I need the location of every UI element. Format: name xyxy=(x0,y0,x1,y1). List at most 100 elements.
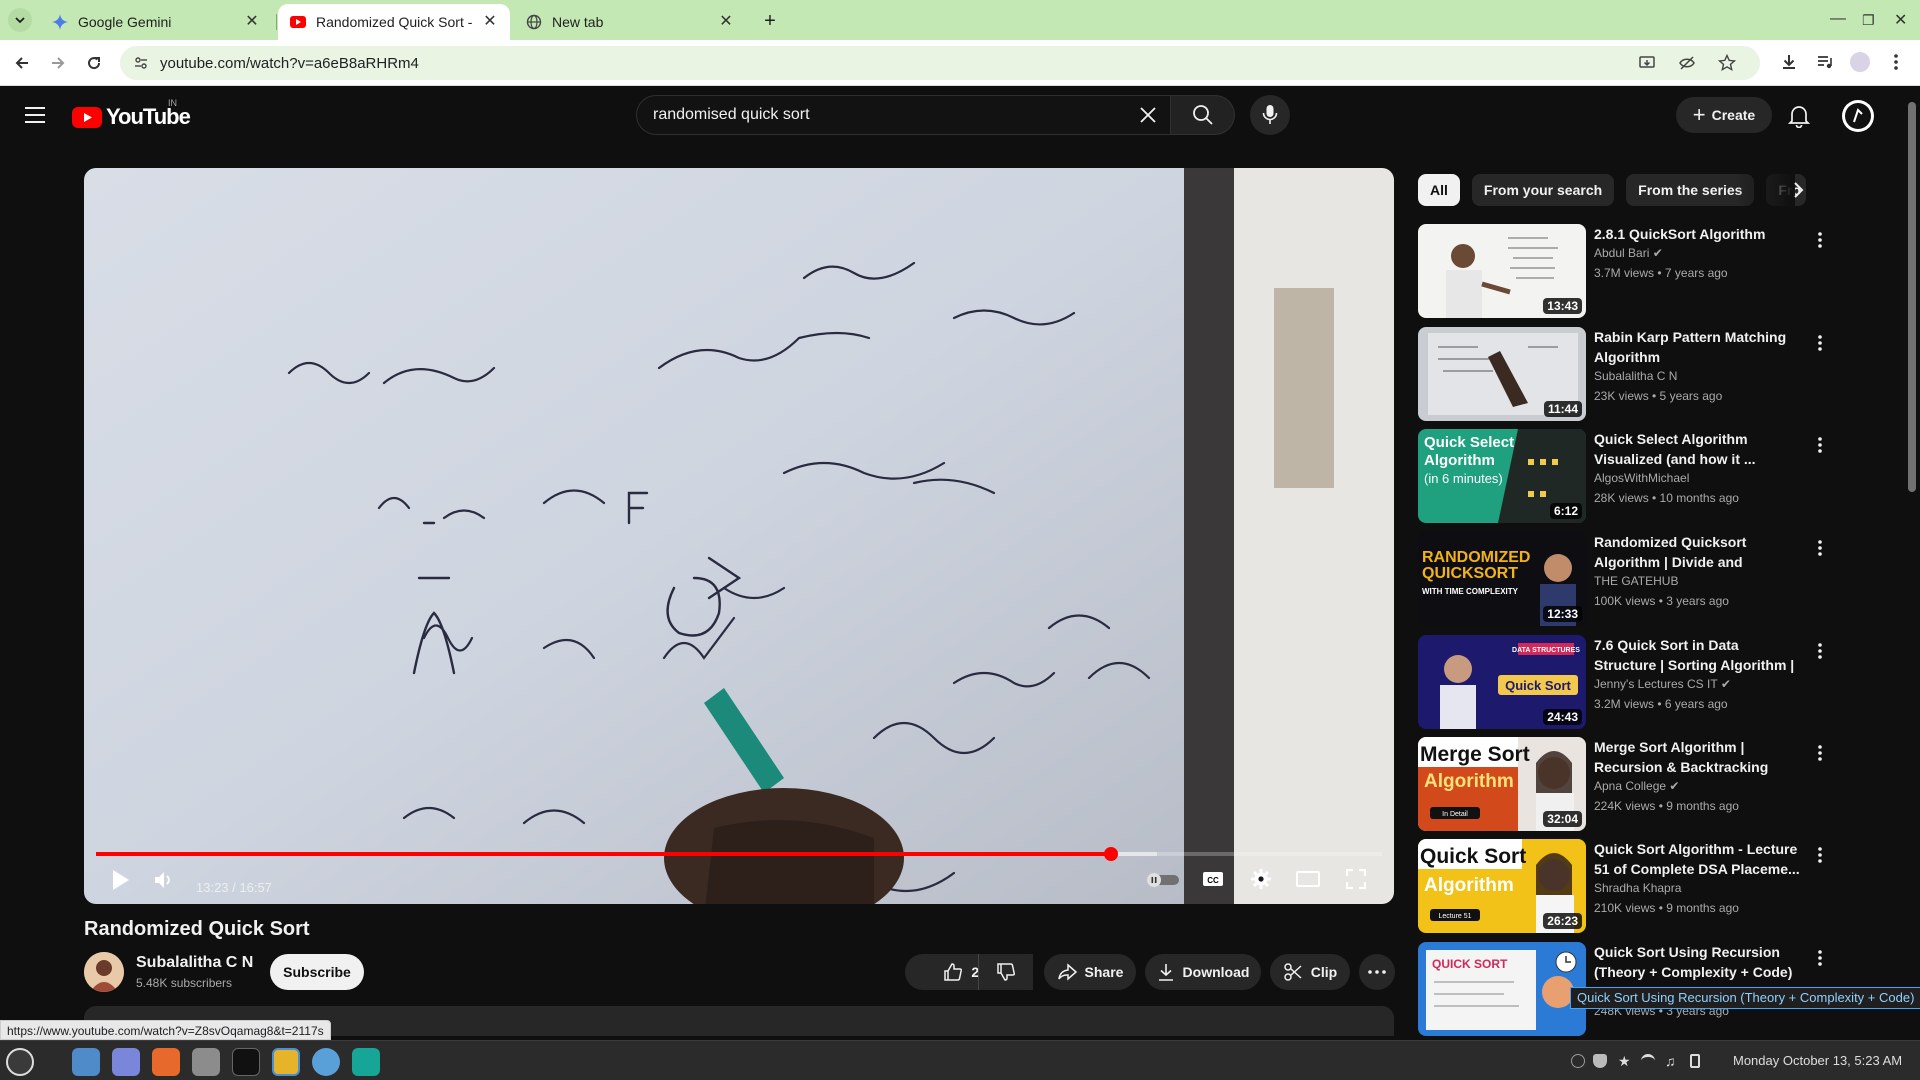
youtube-logo[interactable]: YouTube IN xyxy=(72,98,191,130)
fullscreen-button[interactable] xyxy=(1346,869,1366,889)
video-thumbnail[interactable]: Quick Sort Algorithm Lecture 51 26:23 xyxy=(1418,839,1586,933)
account-avatar[interactable] xyxy=(1842,100,1874,132)
bluetooth-icon[interactable] xyxy=(1571,1054,1585,1068)
video-thumbnail[interactable]: RANDOMIZED QUICKSORT WITH TIME COMPLEXITY … xyxy=(1418,532,1586,626)
tab-search-button[interactable] xyxy=(8,8,32,32)
video-thumbnail[interactable]: Quick Select Algorithm (in 6 minutes) 6:12 xyxy=(1418,429,1586,523)
more-vert-icon[interactable] xyxy=(1810,743,1830,763)
more-vert-icon[interactable] xyxy=(1810,538,1830,558)
firefox-icon[interactable] xyxy=(152,1048,180,1076)
list-item[interactable]: 11:44 Rabin Karp Pattern Matching Algori… xyxy=(1418,327,1898,421)
search-input[interactable] xyxy=(653,106,1123,124)
video-title[interactable]: Quick Sort Algorithm - Lecture 51 of Com… xyxy=(1594,839,1804,879)
tab-google-gemini[interactable]: Google Gemini ✕ xyxy=(40,4,272,40)
video-thumbnail[interactable]: 11:44 xyxy=(1418,327,1586,421)
tab-youtube-active[interactable]: Randomized Quick Sort - YouTube ✕ xyxy=(278,4,510,40)
minimize-icon[interactable]: — xyxy=(1830,10,1846,28)
clear-search-icon[interactable] xyxy=(1138,105,1158,125)
file-manager-icon[interactable] xyxy=(72,1048,100,1076)
settings-app-icon[interactable] xyxy=(312,1048,340,1076)
theater-mode-button[interactable] xyxy=(1296,871,1320,887)
chevron-right-icon[interactable] xyxy=(1786,178,1810,202)
list-item[interactable]: Quick Select Algorithm (in 6 minutes) 6:12… xyxy=(1418,429,1898,523)
channel-name[interactable]: Subalalitha C N xyxy=(1594,369,1677,383)
more-vert-icon[interactable] xyxy=(1810,948,1830,968)
downloads-icon[interactable] xyxy=(1779,52,1799,72)
eye-off-icon[interactable] xyxy=(1678,54,1696,72)
share-button[interactable]: Share xyxy=(1044,954,1136,990)
mute-button[interactable] xyxy=(154,871,174,889)
address-bar[interactable]: youtube.com/watch?v=a6eB8aRHRm4 xyxy=(120,46,1760,80)
voice-search-button[interactable] xyxy=(1250,95,1290,135)
hamburger-menu-icon[interactable] xyxy=(24,106,46,124)
video-thumbnail[interactable]: Quick Sort DATA STRUCTURES 24:43 xyxy=(1418,635,1586,729)
bookmark-star-icon[interactable] xyxy=(1718,54,1736,72)
app-grid-icon[interactable] xyxy=(192,1048,220,1076)
subscribe-button[interactable]: Subscribe xyxy=(270,954,364,990)
chip-from-your-search[interactable]: From your search xyxy=(1471,174,1615,206)
channel-name[interactable]: THE GATEHUB xyxy=(1594,574,1678,588)
more-vert-icon[interactable] xyxy=(1886,52,1906,72)
new-tab-button[interactable]: + xyxy=(760,10,780,33)
site-info-icon[interactable] xyxy=(132,54,150,72)
channel-name[interactable]: Apna College ✔ xyxy=(1594,779,1679,793)
chip-all[interactable]: All xyxy=(1418,174,1460,206)
install-app-icon[interactable] xyxy=(1638,54,1656,72)
more-vert-icon[interactable] xyxy=(1810,641,1830,661)
notifications-bell-icon[interactable] xyxy=(1788,104,1810,128)
video-thumbnail[interactable]: Merge Sort Algorithm In Detail 32:04 xyxy=(1418,737,1586,831)
play-button[interactable] xyxy=(112,869,130,891)
shield-icon[interactable] xyxy=(1593,1054,1607,1068)
channel-name[interactable]: Subalalitha C N xyxy=(136,954,253,972)
video-title[interactable]: Merge Sort Algorithm | Recursion & Backt… xyxy=(1594,737,1804,777)
settings-button[interactable] xyxy=(1250,868,1272,890)
terminal-icon[interactable] xyxy=(232,1048,260,1076)
seek-handle[interactable] xyxy=(1103,847,1118,861)
tab-close-icon[interactable]: ✕ xyxy=(482,14,498,30)
window-close-icon[interactable]: ✕ xyxy=(1894,10,1907,30)
more-vert-icon[interactable] xyxy=(1810,230,1830,250)
more-actions-button[interactable] xyxy=(1359,954,1395,990)
captions-button[interactable]: CC xyxy=(1202,870,1224,888)
page-scrollbar[interactable] xyxy=(1908,102,1916,492)
video-title[interactable]: 2.8.1 QuickSort Algorithm xyxy=(1594,224,1804,244)
media-controls-icon[interactable] xyxy=(1815,52,1835,72)
dislike-button[interactable] xyxy=(978,954,1033,990)
text-editor-icon[interactable] xyxy=(112,1048,140,1076)
more-vert-icon[interactable] xyxy=(1810,845,1830,865)
start-menu-icon[interactable] xyxy=(6,1048,34,1076)
more-vert-icon[interactable] xyxy=(1810,435,1830,455)
tab-close-icon[interactable]: ✕ xyxy=(718,14,734,30)
video-title[interactable]: Quick Select Algorithm Visualized (and h… xyxy=(1594,429,1804,469)
video-thumbnail[interactable]: 13:43 xyxy=(1418,224,1586,318)
more-vert-icon[interactable] xyxy=(1810,333,1830,353)
video-title[interactable]: Rabin Karp Pattern Matching Algorithm xyxy=(1594,327,1804,367)
wifi-icon[interactable] xyxy=(1641,1054,1655,1068)
video-title[interactable]: 7.6 Quick Sort in Data Structure | Sorti… xyxy=(1594,635,1804,675)
list-item[interactable]: RANDOMIZED QUICKSORT WITH TIME COMPLEXITY … xyxy=(1418,532,1898,626)
system-clock[interactable]: Monday October 13, 5:23 AM xyxy=(1733,1053,1902,1068)
channel-name[interactable]: AlgosWithMichael xyxy=(1594,471,1689,485)
list-item[interactable]: Quick Sort Algorithm Lecture 51 26:23 Quic… xyxy=(1418,839,1898,933)
list-item[interactable]: Quick Sort DATA STRUCTURES 24:43 7.6 Quic… xyxy=(1418,635,1898,729)
video-player[interactable]: 13:23 / 16:57 CC xyxy=(84,168,1394,904)
video-title[interactable]: Quick Sort Using Recursion (Theory + Com… xyxy=(1594,942,1804,982)
back-arrow-icon[interactable] xyxy=(12,53,32,73)
video-title[interactable]: Randomized Quicksort Algorithm | Divide … xyxy=(1594,532,1804,572)
video-thumbnail[interactable]: QUICK SORT xyxy=(1418,942,1586,1036)
channel-name[interactable]: Shradha Khapra xyxy=(1594,881,1681,895)
profile-avatar[interactable] xyxy=(1850,52,1870,72)
forward-arrow-icon[interactable] xyxy=(48,53,68,73)
autoplay-toggle[interactable] xyxy=(1146,872,1180,888)
create-button[interactable]: + Create xyxy=(1676,97,1772,133)
list-item[interactable]: 13:43 2.8.1 QuickSort Algorithm Abdul Ba… xyxy=(1418,224,1898,318)
reload-icon[interactable] xyxy=(84,53,104,73)
tab-close-icon[interactable]: ✕ xyxy=(244,14,260,30)
star-tray-icon[interactable]: ★ xyxy=(1618,1054,1632,1068)
channel-name[interactable]: Jenny's Lectures CS IT ✔ xyxy=(1594,677,1731,691)
search-button[interactable] xyxy=(1171,95,1235,135)
music-note-icon[interactable]: ♫ xyxy=(1665,1054,1679,1068)
channel-name[interactable]: Abdul Bari ✔ xyxy=(1594,246,1663,260)
chrome-icon[interactable] xyxy=(272,1048,300,1076)
download-button[interactable]: Download xyxy=(1145,954,1261,990)
